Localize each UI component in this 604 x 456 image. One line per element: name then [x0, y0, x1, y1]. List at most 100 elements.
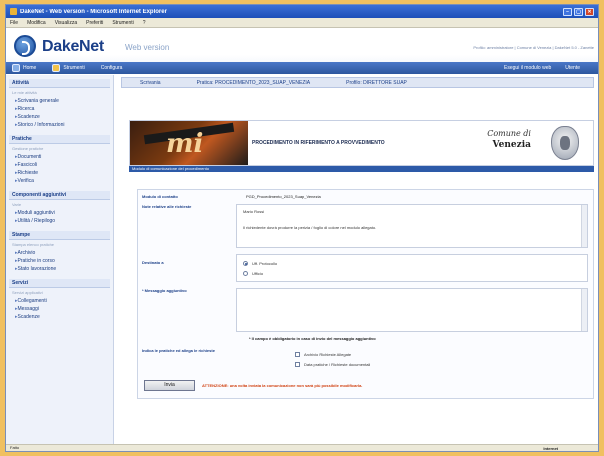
nav-home-label: Home: [23, 65, 37, 71]
nav-right-links: Esegui il modulo web Utente: [504, 65, 580, 71]
sidebar-item[interactable]: Utilità / Riepilogo: [9, 217, 110, 225]
sidebar-item[interactable]: Collegamenti: [9, 297, 110, 305]
home-icon: [12, 64, 20, 72]
sidebar-item[interactable]: Messaggi: [9, 305, 110, 313]
check-archivio-label: Archivio Richieste Allegate: [304, 352, 352, 357]
tools-icon: [52, 64, 61, 72]
check-archivio[interactable]: [295, 352, 300, 357]
note-scrollbar[interactable]: [581, 205, 587, 247]
check-data-pratiche[interactable]: [295, 362, 300, 367]
sidebar-subheading: Le mie attività: [12, 90, 37, 95]
sidebar-subheading: Varie: [12, 202, 22, 207]
sidebar-item[interactable]: Richieste: [9, 169, 110, 177]
nav-configura[interactable]: Configura: [101, 65, 123, 71]
note-label: Note relative alle richieste: [142, 204, 192, 209]
status-zone: Internet: [543, 446, 558, 451]
sidebar: Attività Le mie attività Scrivania gener…: [6, 75, 114, 447]
note-body: Il richiedente dovrà produrre la perizia…: [243, 225, 377, 230]
sidebar-heading[interactable]: Servizi: [9, 279, 110, 288]
note-recipient: Mario Rossi: [243, 209, 265, 214]
sidebar-item[interactable]: Documenti: [9, 153, 110, 161]
comune-line1: Comune di: [487, 129, 531, 138]
communication-form: Modulo di contatto PGD_Procedimento_2023…: [137, 189, 594, 399]
header-info: Profilo: amministratore | Comune di Vene…: [473, 45, 594, 50]
modulo-value: PGD_Procedimento_2023_Suap_Venezia: [246, 194, 321, 199]
radio-ufficio[interactable]: [243, 271, 248, 276]
nav-strumenti-label: Strumenti: [63, 65, 85, 71]
required-note: * Il campo è obbligatorio in caso di inv…: [249, 336, 376, 341]
sidebar-item[interactable]: Pratiche in corso: [9, 257, 110, 265]
sidebar-item[interactable]: Moduli aggiuntivi: [9, 209, 110, 217]
sidebar-heading[interactable]: Attività: [9, 79, 110, 88]
radio-uff-protocollo[interactable]: [243, 261, 248, 266]
comune-label: Comune di Venezia: [487, 129, 531, 150]
venezia-crest-icon: [551, 126, 579, 160]
comune-line2: Venezia: [492, 140, 531, 150]
breadcrumb-item: Profilo: DIRETTORE SUAP: [346, 79, 407, 86]
radio-uff-protocollo-label: Uff. Protocollo: [252, 261, 278, 266]
app-header: DakeNet Web version Profilo: amministrat…: [6, 28, 598, 74]
banner-strip: Modulo di comunicazione del procedimento: [129, 166, 594, 172]
sidebar-section-servizi: Servizi Servizi applicativi Collegamenti…: [9, 279, 110, 321]
invia-button[interactable]: Invia: [144, 380, 195, 391]
breadcrumb-item[interactable]: Scrivania: [122, 80, 179, 86]
menu-bar: File Modifica Visualizza Preferiti Strum…: [6, 18, 598, 28]
messaggio-textarea[interactable]: [236, 288, 588, 332]
menu-item-strumenti[interactable]: Strumenti: [112, 20, 133, 26]
nav-home[interactable]: Home: [12, 64, 36, 72]
breadcrumb-item: Pratica: PROCEDIMENTO_2023_SUAP_VENEZIA: [196, 79, 311, 86]
close-button[interactable]: ✕: [585, 7, 594, 16]
allegati-label: Indica le pratiche ed allega le richiest…: [142, 348, 215, 353]
destinatario-label: Destinato a: [142, 260, 164, 265]
sidebar-subheading: Servizi applicativi: [12, 290, 43, 295]
messaggio-label: * Messaggio aggiuntivo: [142, 288, 187, 293]
menu-item-modifica[interactable]: Modifica: [27, 20, 46, 26]
sidebar-subheading: Gestione pratiche: [12, 146, 44, 151]
sidebar-item[interactable]: Archivio: [9, 249, 110, 257]
nav-esegui-link[interactable]: Esegui il modulo web: [504, 65, 551, 71]
window-titlebar: DakeNet - Web version - Microsoft Intern…: [6, 5, 598, 18]
sidebar-item[interactable]: Verifica: [9, 177, 110, 185]
nav-strumenti[interactable]: Strumenti: [52, 64, 85, 72]
sidebar-subheading: Stampa elenco pratiche: [12, 242, 55, 247]
maximize-button[interactable]: ▢: [574, 7, 583, 16]
menu-item-visualizza[interactable]: Visualizza: [55, 20, 77, 26]
browser-window: DakeNet - Web version - Microsoft Intern…: [5, 4, 599, 452]
warning-text: ATTENZIONE: una volta inviata la comunic…: [202, 383, 363, 388]
minimize-button[interactable]: –: [563, 7, 572, 16]
window-controls: – ▢ ✕: [563, 7, 594, 16]
radio-ufficio-label: Ufficio: [252, 271, 264, 276]
note-textarea[interactable]: Mario Rossi Il richiedente dovrà produrr…: [236, 204, 588, 248]
menu-item-help[interactable]: ?: [143, 20, 146, 26]
nav-utente-link[interactable]: Utente: [565, 65, 580, 71]
sidebar-section-componenti: Componenti aggiuntivi Varie Moduli aggiu…: [9, 191, 110, 225]
menu-item-preferiti[interactable]: Preferiti: [86, 20, 103, 26]
sidebar-section-stampe: Stampe Stampa elenco pratiche Archivio P…: [9, 231, 110, 273]
status-text: Fatto: [10, 445, 20, 450]
sidebar-item[interactable]: Scrivania generale: [9, 97, 110, 105]
sidebar-section-attivita: Attività Le mie attività Scrivania gener…: [9, 79, 110, 129]
banner-title: PROCEDIMENTO IN RIFERIMENTO A PROVVEDIME…: [252, 140, 385, 146]
brand-subtitle: Web version: [125, 43, 170, 52]
sidebar-item[interactable]: Ricerca: [9, 105, 110, 113]
sidebar-item[interactable]: Stato lavorazione: [9, 265, 110, 273]
sidebar-item[interactable]: Scadenze: [9, 313, 110, 321]
procedure-banner: mi PROCEDIMENTO IN RIFERIMENTO A PROVVED…: [129, 120, 594, 166]
window-title: DakeNet - Web version - Microsoft Intern…: [20, 8, 167, 15]
sidebar-item[interactable]: Storico / Informazioni: [9, 121, 110, 129]
sidebar-heading[interactable]: Componenti aggiuntivi: [9, 191, 110, 200]
browser-icon: [10, 8, 17, 15]
dakenet-logo-icon: [14, 35, 36, 57]
sidebar-heading[interactable]: Pratiche: [9, 135, 110, 144]
messaggio-scrollbar[interactable]: [581, 289, 587, 331]
modulo-label: Modulo di contatto: [142, 194, 178, 199]
sidebar-heading[interactable]: Stampe: [9, 231, 110, 240]
sidebar-section-pratiche: Pratiche Gestione pratiche Documenti Fas…: [9, 135, 110, 185]
sidebar-item[interactable]: Scadenze: [9, 113, 110, 121]
banner-logo: mi: [166, 129, 204, 159]
menu-item-file[interactable]: File: [10, 20, 18, 26]
sidebar-item[interactable]: Fascicoli: [9, 161, 110, 169]
brand-name: DakeNet: [42, 38, 104, 55]
breadcrumb: Scrivania Pratica: PROCEDIMENTO_2023_SUA…: [121, 77, 594, 88]
destinatario-box: Uff. Protocollo Ufficio: [236, 254, 588, 282]
